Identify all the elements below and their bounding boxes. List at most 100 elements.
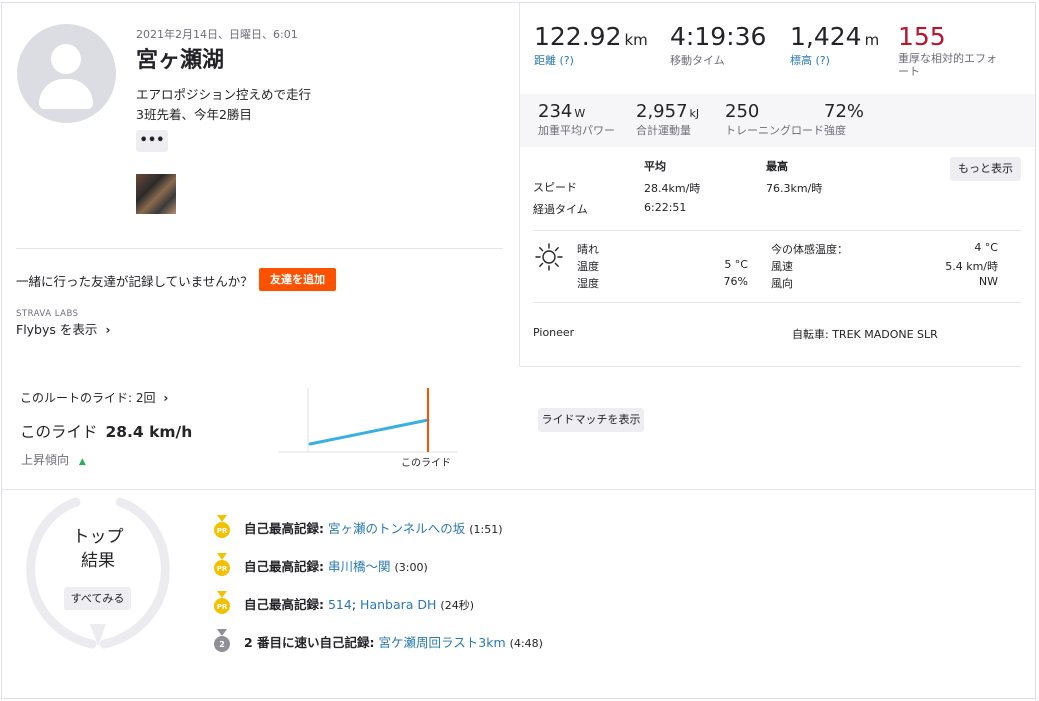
activity-date: 2021年2月14日、日曜日、6:01 <box>136 28 298 41</box>
divider <box>520 366 1021 367</box>
chart-marker-label: このライド <box>401 457 451 469</box>
col-max-header: 最高 <box>766 160 788 173</box>
medal-badge-text: 2 <box>219 640 225 649</box>
ride-match-button[interactable]: ライドマッチを表示 <box>538 408 644 432</box>
top-results-title: トップ 結果 <box>60 525 136 573</box>
show-more-button[interactable]: もっと表示 <box>950 157 1021 181</box>
divider <box>16 248 503 249</box>
stat-relative-effort[interactable]: 155 重厚な相対的エフォ ート <box>898 22 997 78</box>
achievement-kind: 自己最高記録: <box>244 597 324 612</box>
athlete-avatar[interactable] <box>17 24 116 123</box>
segment-link[interactable]: 宮ケ瀬周回ラスト3km <box>379 635 506 650</box>
stat-elevation-label: 標高 <box>790 54 812 67</box>
medal-ribbon: PR <box>214 515 230 538</box>
stat-training-load: 250 トレーニングロード <box>725 101 824 138</box>
divider <box>533 230 1021 231</box>
silver-medal-icon: 2 <box>213 629 231 657</box>
bike-name: 自転車: TREK MADONE SLR <box>792 328 938 341</box>
speed-label: スピード <box>533 181 577 194</box>
stat-training-load-label: トレーニングロード <box>725 124 824 137</box>
wind-direction-label: 風向 <box>771 277 793 290</box>
flybys-link[interactable]: Flybys を表示 › <box>16 319 111 338</box>
this-ride-speed: 28.4 km/h <box>105 423 193 441</box>
more-actions-button[interactable]: ••• <box>136 130 168 152</box>
stat-relative-effort-label-line2: ート <box>898 65 920 78</box>
stat-total-work-unit: kJ <box>689 107 700 120</box>
achievement-time: (3:00) <box>394 561 428 574</box>
medal-ribbon: PR <box>214 591 230 614</box>
chevron-right-icon: › <box>163 391 169 405</box>
strava-labs-label: STRAVA LABS <box>16 309 79 319</box>
stat-moving-time: 4:19:36 移動タイム <box>670 22 766 68</box>
achievement-kind: 自己最高記録: <box>244 559 324 574</box>
segment-link[interactable]: 串川橋～関 <box>328 559 391 574</box>
divider <box>533 302 1021 303</box>
device-name: Pioneer <box>533 326 575 339</box>
add-friend-button[interactable]: 友達を追加 <box>259 268 336 291</box>
speed-max: 76.3km/時 <box>766 182 823 195</box>
achievement-time: (1:51) <box>469 523 503 536</box>
trend-row: 上昇傾向 ▲ <box>21 451 86 468</box>
stat-elevation: 1,424 m 標高 (?) <box>790 22 879 68</box>
elapsed-time-label: 経過タイム <box>533 203 588 216</box>
achievement-kind: 自己最高記録: <box>244 521 324 536</box>
segment-link[interactable]: 514 <box>328 597 352 612</box>
humidity-value: 76% <box>723 275 748 288</box>
avatar-body-shape <box>39 79 93 109</box>
achievement-time: (24秒) <box>440 599 474 612</box>
activity-description-line1: エアロポジション控えめで走行 <box>136 87 312 102</box>
stat-relative-effort-label-line1: 重厚な相対的エフォ <box>898 52 997 65</box>
panel-divider <box>519 3 520 366</box>
activity-photo-thumbnail[interactable] <box>136 174 176 214</box>
wind-speed-value: 5.4 km/時 <box>945 260 998 273</box>
segment-link[interactable]: Hanbara DH <box>360 597 436 612</box>
stat-distance: 122.92 km 距離 (?) <box>534 22 648 68</box>
stat-moving-time-value: 4:19:36 <box>670 22 767 51</box>
trend-label: 上昇傾向 <box>21 453 70 467</box>
weather-condition: 晴れ <box>577 243 599 256</box>
achievement-row: 自己最高記録: 宮ヶ瀬のトンネルへの坂 (1:51) <box>244 518 503 537</box>
help-link[interactable]: (?) <box>816 54 830 67</box>
achievement-row: 自己最高記録: 串川橋～関 (3:00) <box>244 556 428 575</box>
friends-prompt: 一緒に行った友達が記録していませんか？ <box>16 274 253 289</box>
activity-description-line2: 3班先着、今年2勝目 <box>136 107 252 122</box>
medal-badge-text: PR <box>217 603 228 611</box>
feels-like-label: 今の体感温度： <box>771 243 848 256</box>
wind-speed-label: 風速 <box>771 260 793 273</box>
pr-medal-icon: PR <box>213 515 231 543</box>
medal-badge-text: PR <box>217 527 228 535</box>
achievement-row: 2 番目に速い自己記録: 宮ケ瀬周回ラスト3km (4:48) <box>244 632 543 651</box>
segment-separator: ; <box>351 597 357 612</box>
stat-weighted-power-unit: W <box>574 107 586 120</box>
humidity-label: 湿度 <box>577 277 599 290</box>
see-all-results-button[interactable]: すべてみる <box>64 587 131 610</box>
stat-weighted-power: 234 W 加重平均パワー <box>538 101 615 138</box>
route-comparison-chart: このライド <box>278 388 458 469</box>
medal-ribbon: 2 <box>214 629 230 652</box>
trend-up-icon: ▲ <box>78 457 86 467</box>
achievement-time: (4:48) <box>509 637 543 650</box>
flybys-link-label: Flybys を表示 <box>16 322 98 337</box>
wind-direction-value: NW <box>978 275 998 288</box>
temperature-label: 温度 <box>577 260 599 273</box>
stat-distance-label: 距離 <box>534 54 556 67</box>
stat-total-work: 2,957 kJ 合計運動量 <box>636 101 699 138</box>
this-ride-speed-row: このライド 28.4 km/h <box>20 420 192 442</box>
speed-average: 28.4km/時 <box>644 182 701 195</box>
top-results-title-line2: 結果 <box>81 551 115 571</box>
stat-intensity-value: 72% <box>824 101 865 122</box>
route-rides-label: このルートのライド: 2回 <box>20 391 156 405</box>
elapsed-time-value: 6:22:51 <box>644 201 687 214</box>
chevron-right-icon: › <box>105 322 111 337</box>
stat-weighted-power-value: 234 <box>538 101 573 122</box>
stat-intensity-label: 強度 <box>824 124 846 137</box>
col-average-header: 平均 <box>644 160 666 173</box>
route-rides-link[interactable]: このルートのライド: 2回 › <box>20 389 168 406</box>
chart-series-line <box>308 418 430 446</box>
avatar-head-shape <box>51 44 81 74</box>
help-link[interactable]: (?) <box>560 54 574 67</box>
stat-total-work-value: 2,957 <box>636 101 688 122</box>
segment-link[interactable]: 宮ヶ瀬のトンネルへの坂 <box>328 521 465 536</box>
stat-moving-time-label: 移動タイム <box>670 54 725 67</box>
pr-medal-icon: PR <box>213 591 231 619</box>
